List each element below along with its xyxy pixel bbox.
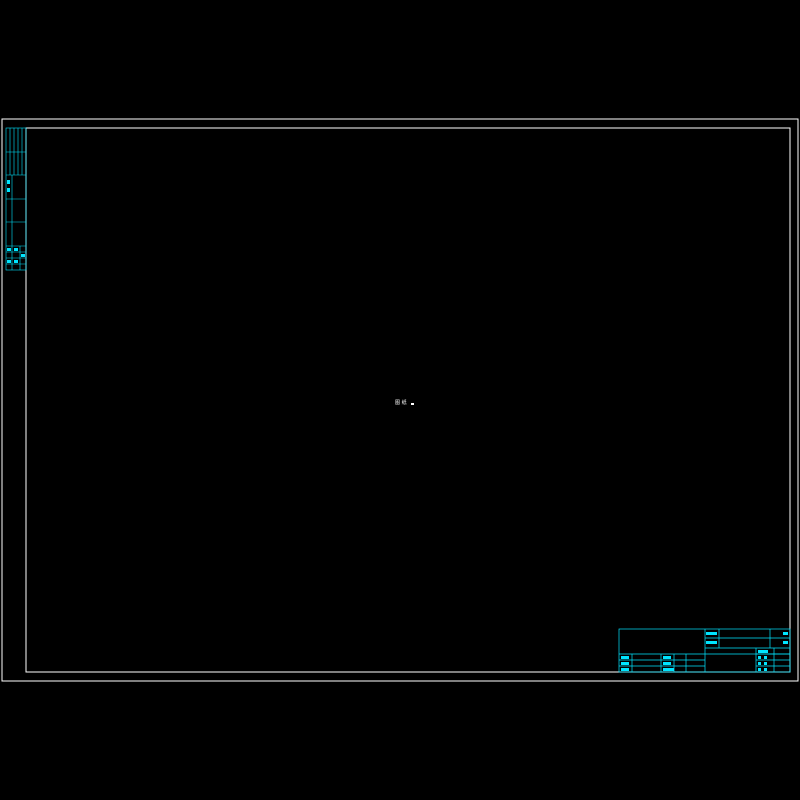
center-note: 图 纸	[395, 399, 407, 406]
center-note-mark	[411, 403, 414, 405]
left-strip-marks	[7, 180, 25, 263]
inner-drawing-frame	[25, 127, 791, 673]
cad-drawing-canvas: 图 纸	[1, 118, 799, 682]
